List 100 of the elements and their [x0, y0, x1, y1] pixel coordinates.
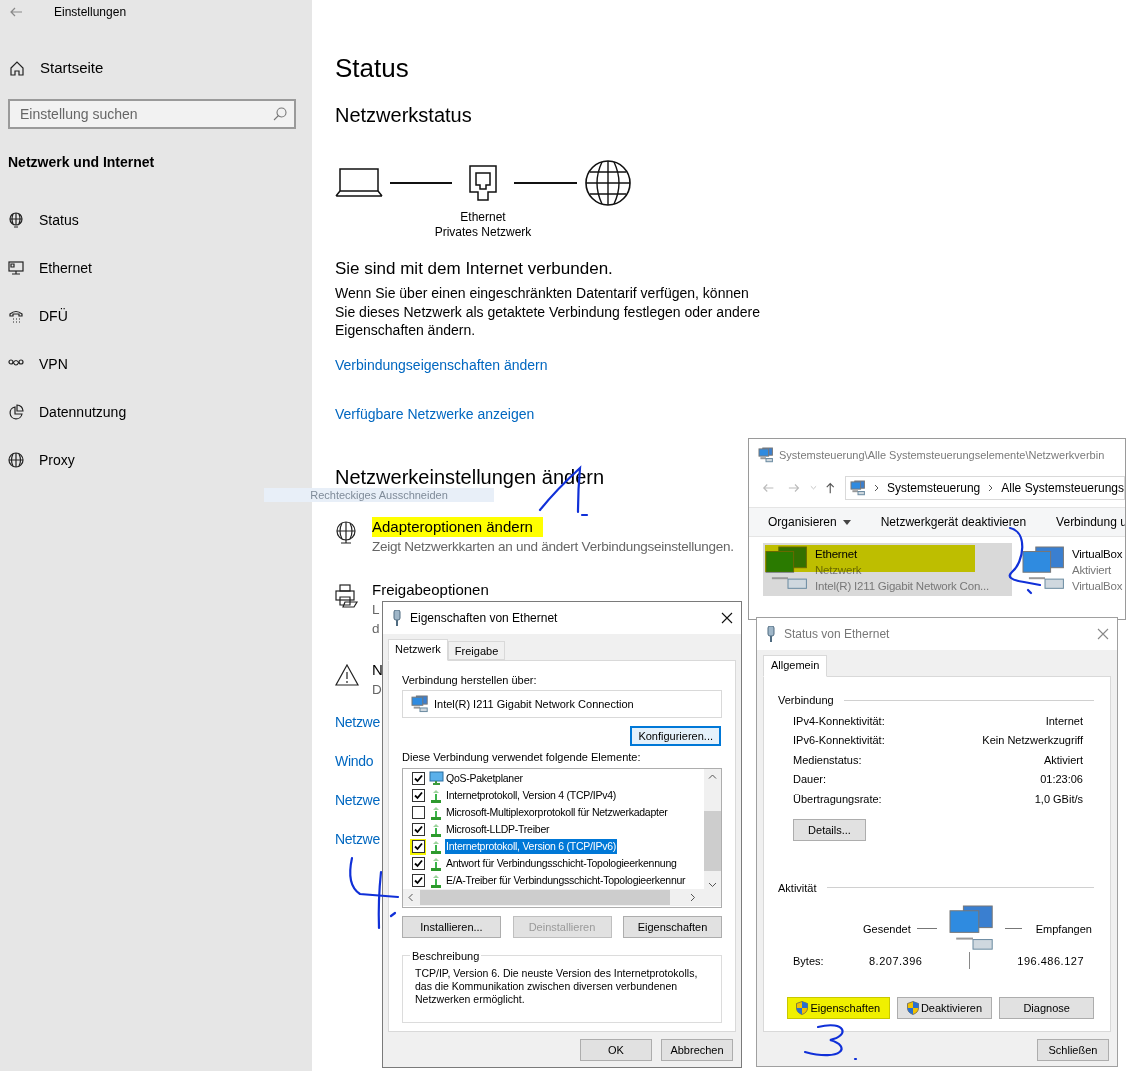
globe-icon	[8, 452, 24, 468]
toolbar-button[interactable]: Netzwerkgerät deaktivieren	[880, 513, 1027, 531]
pen-annotation	[1008, 526, 1042, 595]
list-item[interactable]: Microsoft-LLDP-Treiber	[445, 821, 551, 838]
adapter-device: Intel(R) I211 Gigabit Network Con...	[815, 579, 990, 594]
button[interactable]: Installieren...	[402, 916, 501, 938]
option-link[interactable]: Adapteroptionen ändern	[372, 516, 543, 537]
field-label: Dauer:	[793, 772, 827, 787]
adapter-device: VirtualBox	[1072, 579, 1123, 594]
close-icon[interactable]	[721, 612, 733, 624]
button[interactable]: Diagnose	[999, 996, 1094, 1019]
list-item[interactable]: Internetprotokoll, Version 6 (TCP/IPv6)	[445, 838, 617, 855]
configure-button[interactable]: Konfigurieren...	[630, 726, 721, 746]
vertical-scrollbar[interactable]	[704, 769, 721, 889]
printer-icon	[335, 583, 359, 608]
scrollbar-thumb[interactable]	[704, 811, 721, 871]
checkbox[interactable]	[411, 840, 425, 853]
option-link[interactable]: Freigabeoptionen	[372, 579, 489, 600]
network-icon	[849, 480, 866, 496]
home-icon	[9, 60, 25, 76]
checkbox[interactable]	[411, 857, 425, 870]
column-label: Gesendet	[863, 921, 911, 937]
checkbox[interactable]	[411, 772, 425, 785]
search-icon	[273, 107, 287, 121]
horizontal-scrollbar[interactable]	[403, 889, 721, 906]
link[interactable]: Verfügbare Netzwerke anzeigen	[335, 403, 535, 424]
option-link[interactable]: N	[372, 659, 383, 680]
button[interactable]: Eigenschaften	[787, 996, 890, 1019]
tab[interactable]: Netzwerk	[388, 639, 448, 661]
link[interactable]: Netzwe	[335, 828, 380, 849]
menu-button[interactable]: Organisieren	[768, 513, 851, 531]
adapter-name: Intel(R) I211 Gigabit Network Connection	[434, 696, 634, 712]
scrollbar-thumb[interactable]	[420, 890, 670, 905]
button[interactable]: Eigenschaften	[623, 916, 722, 938]
adapter-label: Ethernet	[460, 210, 506, 225]
nav-item[interactable]: DFÜ	[0, 292, 312, 340]
field-value: 01:23:06	[1040, 772, 1083, 787]
breadcrumb-item[interactable]: Alle Systemsteuerungs	[1001, 479, 1124, 497]
search-field[interactable]: Einstellung suchen	[8, 99, 296, 129]
checkbox[interactable]	[411, 823, 425, 836]
link[interactable]: Netzwe	[335, 789, 380, 810]
section-heading: Netzwerk und Internet	[7, 153, 156, 172]
chevron-left-icon	[408, 893, 413, 902]
field-label: Verbindung herstellen über:	[402, 673, 537, 687]
field-label: Medienstatus:	[793, 752, 862, 768]
phone-icon	[8, 308, 24, 324]
group-label: Beschreibung	[410, 949, 482, 963]
nav-item[interactable]: Proxy	[0, 436, 312, 484]
link[interactable]: Windo	[335, 750, 374, 771]
ethernet-port-icon	[468, 165, 498, 201]
plug-icon	[392, 610, 402, 626]
nav-item[interactable]: Ethernet	[0, 244, 312, 292]
field-value: Aktiviert	[1043, 752, 1083, 768]
chevron-down-icon	[708, 882, 717, 887]
field-label: IPv6-Konnektivität:	[793, 733, 885, 748]
tab[interactable]: Freigabe	[447, 641, 506, 660]
shield-icon	[796, 1000, 809, 1015]
plug-icon	[766, 626, 776, 642]
connector-line	[514, 182, 577, 184]
list-item[interactable]: QoS-Paketplaner	[445, 770, 524, 787]
button[interactable]: Abbrechen	[661, 1039, 733, 1061]
warning-icon	[335, 663, 359, 688]
up-arrow-icon[interactable]	[825, 481, 836, 495]
link[interactable]: Netzwe	[335, 711, 380, 732]
tab[interactable]: Allgemein	[763, 655, 828, 677]
shield-icon	[906, 1000, 919, 1015]
back-arrow-icon[interactable]	[9, 6, 23, 18]
globe-icon	[584, 159, 632, 207]
network-icon	[758, 447, 774, 463]
monitor-icon	[8, 260, 24, 276]
button[interactable]: OK	[580, 1039, 652, 1061]
checkbox[interactable]	[411, 874, 425, 887]
adapter-name: VirtualBox	[1072, 547, 1123, 562]
description-text: TCP/IP, Version 6. Die neuste Version des Internetprotokolls, das die Kommunikation zwischen diversen verbundenen Netzwerken ermöglicht.	[415, 967, 699, 1006]
checkbox[interactable]	[411, 806, 425, 819]
nav-item[interactable]: VPN	[0, 340, 312, 388]
button[interactable]: Schließen	[1037, 1039, 1109, 1061]
field-label: Diese Verbindung verwendet folgende Elemente:	[402, 750, 641, 764]
group-label: Verbindung	[778, 693, 834, 707]
button[interactable]: Deaktivieren	[896, 996, 993, 1019]
list-item[interactable]: Internetprotokoll, Version 4 (TCP/IPv4)	[445, 787, 617, 804]
option-description: d	[372, 619, 380, 638]
list-item[interactable]: Antwort für Verbindungsschicht-Topologieerkennung	[445, 855, 678, 872]
details-button[interactable]: Details...	[793, 818, 866, 841]
chevron-right-icon	[690, 893, 695, 902]
link[interactable]: Verbindungseigenschaften ändern	[335, 354, 548, 375]
nav-item[interactable]: Datennutzung	[0, 388, 312, 436]
nav-item[interactable]: Status	[0, 196, 312, 244]
window-title: Status von Ethernet	[784, 626, 890, 643]
field-value: Kein Netzwerkzugriff	[982, 733, 1083, 748]
address-bar[interactable]: Systemsteuerung Alle Systemsteuerungs	[844, 476, 1125, 500]
breadcrumb-item[interactable]: Systemsteuerung	[886, 479, 981, 497]
laptop-icon	[335, 168, 383, 198]
list-item[interactable]: E/A-Treiber für Verbindungsschicht-Topologieerkennur	[445, 872, 687, 889]
adapter-item[interactable]: VirtualBox Aktiviert VirtualBox	[1020, 543, 1123, 596]
checkbox[interactable]	[411, 789, 425, 802]
list-item[interactable]: Microsoft-Multiplexorprotokoll für Netzwerkadapter	[445, 804, 669, 821]
home-link[interactable]: Startseite	[0, 56, 312, 80]
option-description: L	[372, 600, 380, 619]
group-label: Aktivität	[778, 880, 817, 895]
